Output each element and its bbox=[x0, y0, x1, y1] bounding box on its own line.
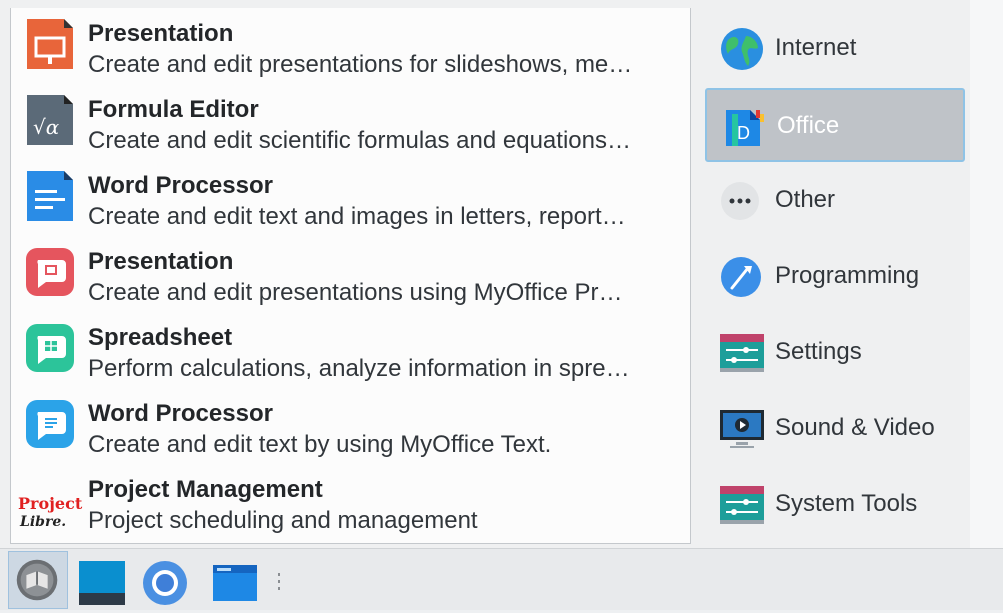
category-label: System Tools bbox=[775, 490, 918, 517]
app-description: Create and edit scientific formulas and … bbox=[88, 127, 631, 154]
projectlibre-icon: Project Libre. bbox=[18, 472, 88, 530]
category-label: Other bbox=[775, 186, 836, 213]
category-system-tools[interactable]: System Tools bbox=[705, 468, 965, 542]
app-item-formula-editor[interactable]: √α Formula Editor Create and edit scient… bbox=[11, 84, 691, 160]
programming-icon bbox=[721, 257, 761, 297]
app-description: Create and edit presentations using MyOf… bbox=[88, 279, 623, 306]
app-title: Project Management bbox=[88, 476, 323, 503]
category-other[interactable]: Other bbox=[705, 164, 965, 238]
desktop-icon bbox=[79, 561, 125, 605]
svg-text:D: D bbox=[737, 123, 750, 143]
app-title: Presentation bbox=[88, 248, 234, 275]
taskbar bbox=[0, 548, 1003, 610]
app-title: Word Processor bbox=[88, 400, 273, 427]
myoffice-spreadsheet-icon bbox=[26, 324, 74, 372]
category-programming[interactable]: Programming bbox=[705, 240, 965, 314]
category-internet[interactable]: Internet bbox=[705, 12, 965, 86]
category-sound-video[interactable]: Sound & Video bbox=[705, 392, 965, 466]
app-item-word-processor[interactable]: Word Processor Create and edit text and … bbox=[11, 160, 691, 236]
app-description: Perform calculations, analyze informatio… bbox=[88, 355, 630, 382]
app-item-myoffice-text[interactable]: Word Processor Create and edit text by u… bbox=[11, 388, 691, 464]
application-list: Presentation Create and edit presentatio… bbox=[10, 8, 691, 544]
globe-icon bbox=[721, 28, 763, 70]
category-office[interactable]: D Office bbox=[705, 88, 965, 162]
more-icon bbox=[721, 182, 759, 220]
category-label: Sound & Video bbox=[775, 414, 935, 441]
app-launcher-button[interactable] bbox=[8, 551, 68, 609]
app-item-myoffice-presentation[interactable]: Presentation Create and edit presentatio… bbox=[11, 236, 691, 312]
app-title: Presentation bbox=[88, 20, 234, 47]
application-menu: Presentation Create and edit presentatio… bbox=[0, 0, 1003, 548]
app-title: Formula Editor bbox=[88, 96, 259, 123]
category-label: Internet bbox=[775, 34, 857, 61]
app-title: Spreadsheet bbox=[88, 324, 233, 351]
file-manager-icon bbox=[213, 565, 257, 601]
app-item-spreadsheet[interactable]: Spreadsheet Perform calculations, analyz… bbox=[11, 312, 691, 388]
browser-button[interactable] bbox=[141, 559, 189, 607]
drag-handle[interactable] bbox=[274, 559, 284, 607]
menu-edge bbox=[970, 0, 1003, 548]
app-title: Word Processor bbox=[88, 172, 273, 199]
category-list: Internet D Office Other Programming Sett… bbox=[694, 8, 970, 548]
libreoffice-math-icon: √α bbox=[27, 95, 73, 145]
svg-text:√α: √α bbox=[33, 115, 60, 139]
desktop-button[interactable] bbox=[78, 559, 126, 607]
logo-text-project: Project bbox=[18, 494, 83, 513]
app-launcher-icon bbox=[16, 559, 58, 601]
office-icon: D bbox=[726, 110, 764, 146]
category-label: Office bbox=[777, 112, 840, 139]
myoffice-presentation-icon bbox=[26, 248, 74, 296]
category-label: Programming bbox=[775, 262, 920, 289]
libreoffice-writer-icon bbox=[27, 171, 73, 221]
logo-text-libre: Libre. bbox=[20, 514, 67, 530]
app-item-project-management[interactable]: Project Libre. Project Management Projec… bbox=[11, 464, 691, 540]
category-settings[interactable]: Settings bbox=[705, 316, 965, 390]
app-item-presentation[interactable]: Presentation Create and edit presentatio… bbox=[11, 8, 691, 84]
drag-handle-icon bbox=[278, 573, 280, 590]
file-manager-button[interactable] bbox=[211, 559, 259, 607]
category-label: Settings bbox=[775, 338, 862, 365]
myoffice-text-icon bbox=[26, 400, 74, 448]
libreoffice-impress-icon bbox=[27, 19, 73, 69]
app-description: Create and edit text and images in lette… bbox=[88, 203, 626, 230]
settings-icon bbox=[720, 334, 764, 372]
chromium-icon bbox=[143, 561, 187, 605]
system-tools-icon bbox=[720, 486, 764, 524]
app-description: Project scheduling and management bbox=[88, 507, 478, 534]
app-description: Create and edit text by using MyOffice T… bbox=[88, 431, 552, 458]
monitor-play-icon bbox=[720, 410, 764, 448]
app-description: Create and edit presentations for slides… bbox=[88, 51, 633, 78]
